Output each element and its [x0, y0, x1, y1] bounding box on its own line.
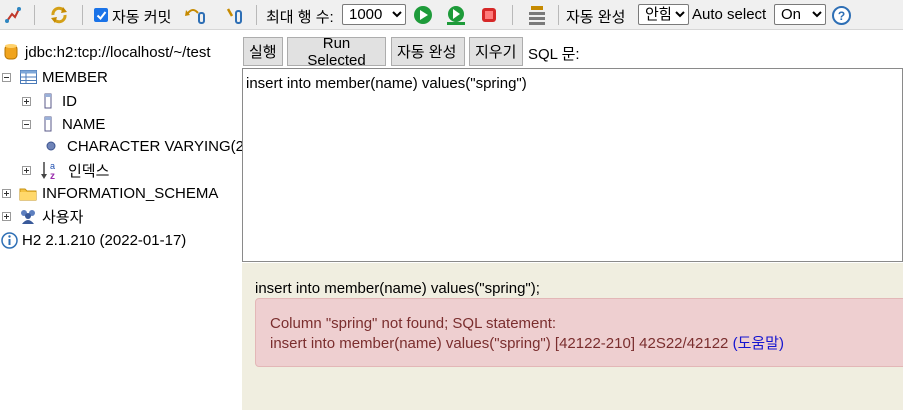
indexes-label: 인덱스	[68, 162, 110, 180]
autocomplete-select[interactable]: 안함	[638, 4, 689, 25]
sql-editor-text: insert into member(name) values("spring"…	[246, 75, 527, 92]
tree-table-member[interactable]: MEMBER	[2, 66, 108, 88]
svg-text:?: ?	[837, 9, 844, 23]
expand-icon[interactable]	[2, 188, 11, 198]
executed-statement: insert into member(name) values("spring"…	[255, 280, 540, 297]
toolbar-separator	[558, 5, 559, 25]
column-name: NAME	[62, 115, 106, 133]
tree-users[interactable]: 사용자	[2, 205, 83, 227]
error-message-box: Column "spring" not found; SQL statement…	[255, 298, 903, 367]
column-icon	[39, 115, 57, 133]
collapse-icon[interactable]	[22, 119, 31, 129]
max-rows-select[interactable]: 1000	[342, 4, 406, 25]
schema-tree: jdbc:h2:tcp://localhost/~/test MEMBER ID…	[0, 31, 242, 410]
refresh-icon[interactable]	[48, 4, 70, 26]
help-link[interactable]: (도움말)	[733, 335, 784, 352]
toolbar-separator	[34, 5, 35, 25]
auto-complete-button[interactable]: 자동 완성	[391, 37, 465, 66]
version-text: H2 2.1.210 (2022-01-17)	[22, 231, 187, 249]
sql-toolbar: 실행 Run Selected 자동 완성 지우기 SQL 문:	[242, 31, 903, 69]
run-selected-button[interactable]: Run Selected	[287, 35, 386, 69]
autoselect-select[interactable]: On	[774, 4, 826, 25]
column-icon	[39, 92, 57, 110]
clear-button[interactable]: 지우기	[469, 37, 523, 66]
svg-text:a: a	[50, 161, 55, 171]
tree-version: H2 2.1.210 (2022-01-17)	[0, 229, 186, 251]
error-message: Column "spring" not found; SQL statement…	[270, 315, 557, 332]
autoselect-label: Auto select	[692, 6, 767, 23]
tree-information-schema[interactable]: INFORMATION_SCHEMA	[2, 182, 218, 204]
sql-editor[interactable]: insert into member(name) values("spring"…	[242, 68, 903, 262]
schema-name: INFORMATION_SCHEMA	[42, 184, 219, 202]
toolbar-separator	[512, 5, 513, 25]
toolbar-separator	[256, 5, 257, 25]
collapse-icon[interactable]	[2, 72, 11, 82]
sql-statement-label: SQL 문:	[528, 46, 580, 63]
main-toolbar: 자동 커밋 최대 행 수: 1000 자동 완성 안함 Auto select …	[0, 0, 903, 30]
disconnect-icon[interactable]	[2, 4, 24, 26]
help-icon[interactable]: ?	[830, 4, 852, 26]
connection-url: jdbc:h2:tcp://localhost/~/test	[25, 43, 211, 61]
table-name: MEMBER	[42, 68, 108, 86]
commit-icon[interactable]	[224, 4, 246, 26]
result-panel: insert into member(name) values("spring"…	[242, 263, 903, 410]
column-name: ID	[62, 92, 77, 110]
sort-index-icon: az	[39, 161, 63, 180]
bullet-icon	[45, 137, 57, 155]
folder-icon	[19, 184, 37, 202]
tree-indexes[interactable]: az 인덱스	[22, 159, 109, 181]
error-details: insert into member(name) values("spring"…	[270, 334, 900, 354]
users-icon	[19, 207, 37, 225]
run-selected-icon[interactable]	[445, 4, 467, 26]
users-label: 사용자	[42, 208, 84, 226]
table-icon	[19, 68, 37, 86]
error-statement: insert into member(name) values("spring"…	[270, 335, 729, 352]
expand-icon[interactable]	[22, 96, 31, 106]
database-icon	[2, 43, 20, 61]
autocomplete-label: 자동 완성	[566, 9, 626, 26]
column-type: CHARACTER VARYING(2	[67, 137, 242, 155]
tree-column-type: CHARACTER VARYING(2	[45, 135, 242, 157]
history-icon[interactable]	[526, 4, 548, 26]
tree-column-id[interactable]: ID	[22, 90, 77, 112]
expand-icon[interactable]	[2, 211, 11, 221]
svg-text:z: z	[50, 171, 55, 180]
tree-connection[interactable]: jdbc:h2:tcp://localhost/~/test	[2, 41, 211, 63]
autocommit-checkbox[interactable]	[94, 8, 108, 22]
max-rows-label: 최대 행 수:	[266, 9, 334, 26]
run-button[interactable]: 실행	[243, 37, 283, 66]
stop-icon[interactable]	[478, 4, 500, 26]
info-icon	[0, 231, 18, 249]
autocommit-label[interactable]: 자동 커밋	[112, 6, 171, 27]
rollback-icon[interactable]	[185, 4, 207, 26]
run-icon[interactable]	[412, 4, 434, 26]
toolbar-separator	[82, 5, 83, 25]
tree-column-name[interactable]: NAME	[22, 113, 105, 135]
expand-icon[interactable]	[22, 165, 31, 175]
